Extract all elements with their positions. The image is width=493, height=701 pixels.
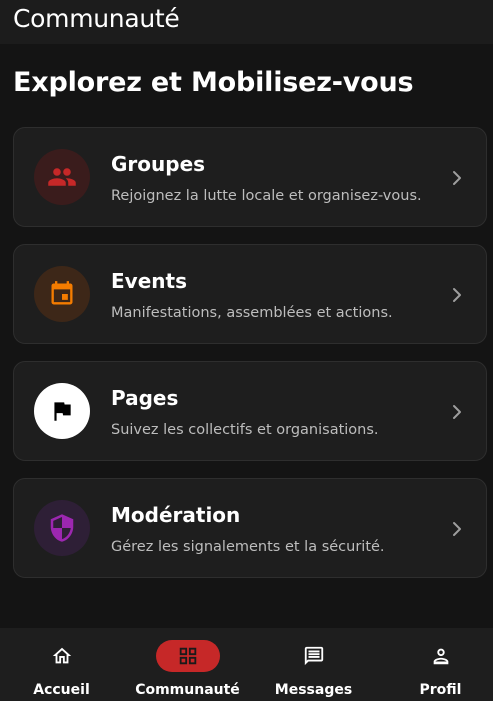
card-title: Groupes <box>111 152 206 176</box>
flag-icon-badge <box>34 383 90 439</box>
flag-icon <box>54 402 71 421</box>
nav-item-communaute[interactable]: Communauté <box>126 628 249 701</box>
grid-icon <box>179 647 196 665</box>
card-groupes[interactable]: Groupes Rejoignez la lutte locale et org… <box>13 127 487 227</box>
nav-label: Messages <box>274 682 353 698</box>
top-app-bar: Communauté <box>0 0 493 44</box>
nav-label: Accueil <box>33 682 90 698</box>
card-moderation[interactable]: Modération Gérez les signalements et la … <box>13 478 487 578</box>
message-icon <box>304 646 323 666</box>
calendar-icon <box>51 281 73 305</box>
card-subtitle: Suivez les collectifs et organisations. <box>111 422 379 438</box>
card-subtitle: Manifestations, assemblées et actions. <box>111 305 393 321</box>
shield-icon-badge <box>34 500 90 556</box>
chevron-right-icon <box>453 405 461 419</box>
nav-pill <box>30 640 94 672</box>
nav-pill <box>282 640 346 672</box>
card-subtitle: Gérez les signalements et la sécurité. <box>111 539 385 555</box>
nav-pill-active <box>155 640 220 672</box>
calendar-icon-badge <box>34 266 90 322</box>
nav-item-messages[interactable]: Messages <box>252 628 375 701</box>
card-events[interactable]: Events Manifestations, assemblées et act… <box>13 244 487 344</box>
chevron-right-icon <box>453 171 461 185</box>
person-icon <box>433 648 448 665</box>
chevron-right-icon <box>453 288 461 302</box>
card-title: Pages <box>111 386 179 410</box>
groups-icon <box>48 168 76 186</box>
nav-item-accueil[interactable]: Accueil <box>0 628 123 701</box>
card-subtitle: Rejoignez la lutte locale et organisez-v… <box>111 188 422 204</box>
nav-pill <box>409 640 473 672</box>
chevron-right-icon <box>453 522 461 536</box>
shield-icon <box>50 514 74 542</box>
nav-item-profil[interactable]: Profil <box>379 628 493 701</box>
card-pages[interactable]: Pages Suivez les collectifs et organisat… <box>13 361 487 461</box>
card-title: Events <box>111 269 187 293</box>
nav-label: Communauté <box>135 682 240 698</box>
app-bar-title: Communauté <box>13 4 180 33</box>
nav-label: Profil <box>419 682 462 698</box>
home-icon <box>52 647 71 664</box>
card-title: Modération <box>111 503 241 527</box>
page-title: Explorez et Mobilisez-vous <box>13 67 414 98</box>
groups-icon-badge <box>34 149 90 205</box>
bottom-navigation: Accueil Communauté Messages Profil <box>0 628 493 701</box>
